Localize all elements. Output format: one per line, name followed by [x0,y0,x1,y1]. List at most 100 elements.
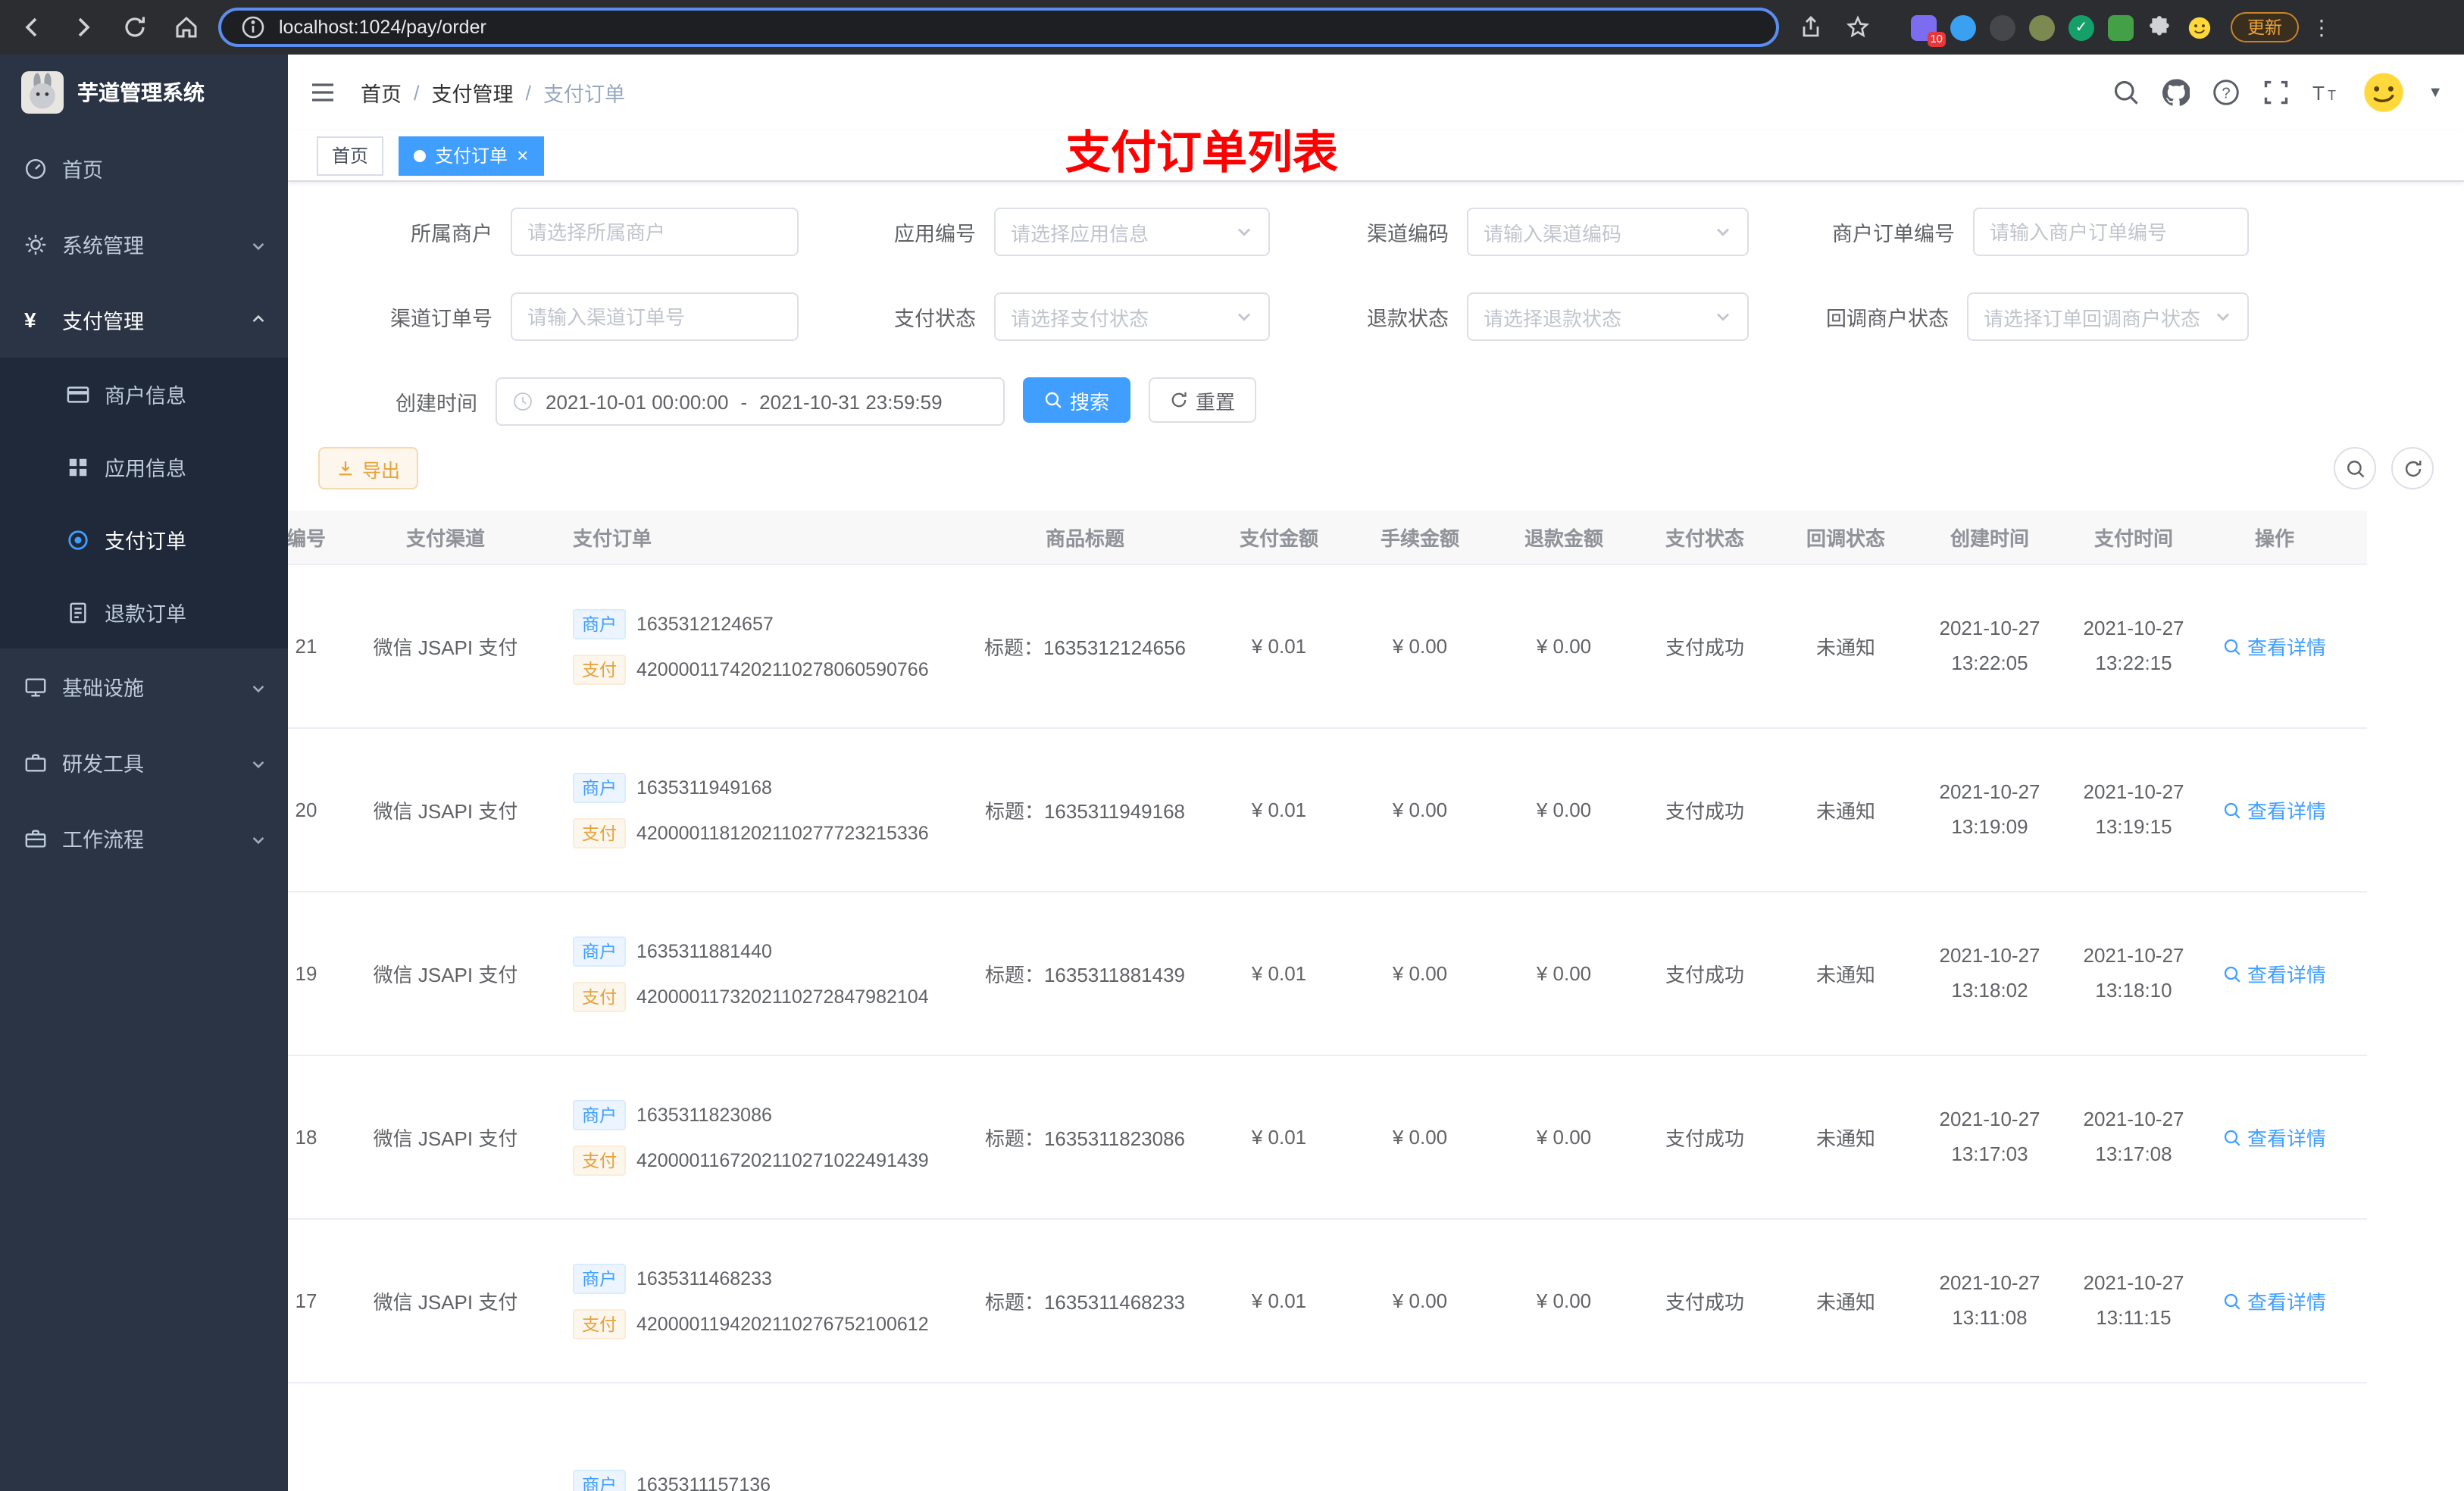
sidebar-item-pay-order[interactable]: 支付订单 [0,503,288,576]
pay-tag: 支付 [573,654,626,684]
refund-status-select[interactable]: 请选择退款状态 [1467,292,1749,341]
site-info-icon[interactable] [239,14,267,41]
browser-address-bar[interactable]: localhost:1024/pay/order [218,8,1779,47]
cell-notify: 未通知 [1815,636,1875,659]
export-button[interactable]: 导出 [318,447,419,489]
magnifier-icon [2224,638,2240,655]
sidebar-item-app-info[interactable]: 应用信息 [0,430,288,503]
sidebar-item-home[interactable]: 首页 [0,130,288,206]
cell-fee: ¥ 0.00 [1392,1289,1448,1312]
button-label: 重置 [1196,390,1236,413]
font-size-icon[interactable]: TT [2312,79,2340,106]
merchant-tag: 商户 [573,1263,626,1293]
forward-icon[interactable] [70,14,97,41]
view-detail-link[interactable]: 查看详情 [2223,632,2326,661]
clock-icon [514,392,532,411]
tab-pay-order[interactable]: 支付订单 × [399,136,544,175]
share-icon[interactable] [1797,14,1825,41]
search-icon [1045,392,1062,408]
sidebar-item-label: 支付订单 [105,530,186,553]
bookmark-star-icon[interactable] [1844,14,1871,41]
extension-emoji-icon[interactable] [2187,14,2212,40]
reset-button[interactable]: 重置 [1149,377,1257,423]
active-dot [414,149,427,161]
sidebar-item-label: 首页 [62,159,103,182]
back-icon[interactable] [18,14,45,41]
search-icon [2347,460,2364,477]
cell-order: 商户 1635312124657 支付 4200001174202110278060… [546,608,958,684]
monitor-icon [24,675,47,698]
create-time-range-picker[interactable]: 2021-10-01 00:00:00 - 2021-10-31 23:59:5… [496,377,1005,426]
magnifier-icon [2224,1293,2240,1309]
toggle-search-button[interactable] [2334,447,2376,489]
search-icon[interactable] [2112,79,2140,106]
search-button[interactable]: 搜索 [1023,377,1131,423]
select-placeholder: 请选择退款状态 [1484,307,1622,330]
sidebar-item-infra[interactable]: 基础设施 [0,649,288,724]
magnifier-icon [2224,965,2240,982]
sidebar-item-merchant-info[interactable]: 商户信息 [0,358,288,430]
extension-olive-circle-icon[interactable] [2029,14,2055,40]
close-icon[interactable]: × [517,145,528,165]
extension-chat-icon[interactable] [2108,14,2134,40]
breadcrumb-current: 支付订单 [543,83,626,106]
field-label: 渠道订单号 [390,308,492,330]
date-separator: - [740,390,748,413]
breadcrumb-home[interactable]: 首页 [361,77,402,108]
extension-drop-icon[interactable] [1950,14,1976,40]
fullscreen-icon[interactable] [2262,79,2290,106]
github-icon[interactable] [2162,79,2190,106]
button-label: 导出 [362,460,401,481]
select-placeholder: 请选择支付状态 [1011,307,1149,330]
pay-status-select[interactable]: 请选择支付状态 [994,292,1270,341]
merchant-order-no: 1635311468233 [636,1268,772,1289]
sidebar-item-label: 研发工具 [62,753,144,776]
merchant-order-no-input[interactable] [1973,208,2249,256]
extensions-puzzle-icon[interactable] [2147,14,2173,40]
browser-update-button[interactable]: 更新 [2231,12,2299,42]
view-detail-link[interactable]: 查看详情 [2223,796,2326,824]
view-detail-link[interactable]: 查看详情 [2223,1286,2326,1315]
table-row-partial: 商户 1635311157136 [288,1383,2367,1491]
sidebar-item-dev-tools[interactable]: 研发工具 [0,724,288,800]
filter-merchant: 所属商户 [318,208,799,256]
view-detail-link[interactable]: 查看详情 [2223,1123,2326,1152]
extension-dark-circle-icon[interactable] [1990,14,2015,40]
user-avatar[interactable] [2362,71,2405,114]
merchant-input[interactable] [511,208,799,256]
sidebar-item-refund-order[interactable]: 退款订单 [0,576,288,649]
filter-row-2: 渠道订单号 支付状态 请选择支付状态 退款状态 请选择退款状态 [318,292,2434,341]
cell-channel: 微信 JSAPI 支付 [373,1127,518,1150]
sidebar-submenu-pay: 商户信息 应用信息 支付订单 退款订单 [0,358,288,649]
channel-order-no-input[interactable] [511,292,799,341]
logo-avatar-icon [21,71,64,114]
pay-order-no: 4200001194202110276752100612 [636,1313,929,1334]
toolbar-right-actions [2334,447,2434,489]
sidebar-item-pay[interactable]: ¥ 支付管理 [0,282,288,358]
channel-code-select[interactable]: 请输入渠道编码 [1467,208,1749,256]
breadcrumb-section[interactable]: 支付管理 [432,77,514,108]
home-icon[interactable] [173,14,200,41]
extension-pixel-icon[interactable]: 10 [1911,14,1946,46]
refresh-icon [1171,392,1187,408]
avatar-caret-icon[interactable]: ▼ [2428,84,2443,101]
help-icon[interactable]: ? [2212,79,2240,106]
chevron-down-icon [1717,228,1729,236]
sidebar-item-system[interactable]: 系统管理 [0,206,288,282]
view-detail-link[interactable]: 查看详情 [2223,959,2326,988]
cell-order: 商户 1635311157136 [546,1383,958,1491]
sidebar-item-workflow[interactable]: 工作流程 [0,800,288,876]
refresh-icon[interactable] [121,14,149,41]
app-select[interactable]: 请选择应用信息 [994,208,1270,256]
filter-channel-order-no: 渠道订单号 [318,292,799,341]
notify-status-select[interactable]: 请选择订单回调商户状态 [1967,292,2249,341]
cell-refund: ¥ 0.00 [1536,1289,1592,1312]
cell-fee: ¥ 0.00 [1392,635,1448,658]
col-pay-time: 支付时间 [2093,527,2173,550]
magnifier-icon [2224,802,2240,818]
tab-home[interactable]: 首页 [317,136,384,175]
refresh-table-button[interactable] [2391,447,2434,489]
browser-menu-icon[interactable]: ⋮ [2311,14,2332,40]
extension-check-icon[interactable]: ✓ [2068,14,2094,40]
sidebar-fold-icon[interactable] [309,79,336,106]
